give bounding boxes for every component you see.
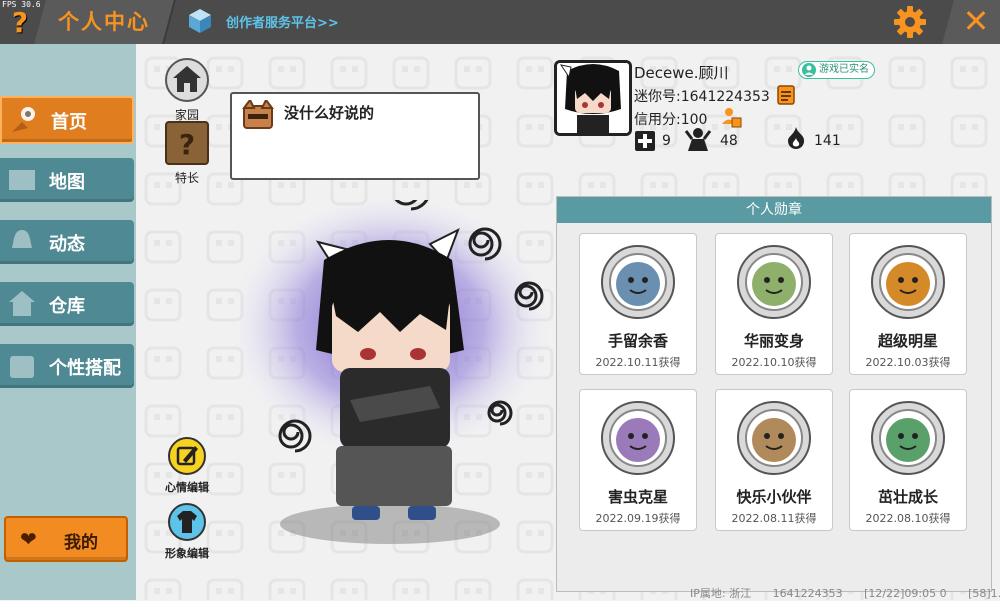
medal-name: 快乐小伙伴 xyxy=(736,488,812,506)
sidebar-item-label: 地图 xyxy=(49,172,85,193)
credit-score: 信用分:100 xyxy=(634,112,708,128)
medal-panel-title: 个人勋章 xyxy=(557,197,991,223)
username: Decewe.顾川 xyxy=(634,64,729,82)
medal-badge-icon xyxy=(601,245,675,319)
medal-badge-icon xyxy=(737,401,811,475)
heat-count: 141 xyxy=(814,133,841,149)
medal-date: 2022.08.10获得 xyxy=(865,512,951,525)
heart-icon: ❤ xyxy=(20,527,37,551)
look-edit-button[interactable]: 形象编辑 xyxy=(158,502,216,561)
fans-count: 48 xyxy=(720,133,738,149)
creator-platform-link[interactable]: 创作者服务平台>> xyxy=(226,12,339,31)
verified-text: 游戏已实名 xyxy=(819,64,869,75)
medal-card[interactable]: 华丽变身 2022.10.10获得 xyxy=(715,233,833,375)
medal-name: 超级明星 xyxy=(877,332,938,350)
verified-person-icon xyxy=(802,63,816,77)
mood-edit-button[interactable]: 心情编辑 xyxy=(158,436,216,495)
medal-card[interactable]: 害虫克星 2022.09.19获得 xyxy=(579,389,697,531)
medal-card[interactable]: 手留余香 2022.10.11获得 xyxy=(579,233,697,375)
mood-speech-bubble: 没什么好说的 xyxy=(230,92,480,180)
sidebar-item-home[interactable]: 首页 xyxy=(0,96,134,144)
medal-name: 茁壮成长 xyxy=(877,488,938,506)
page-title: 个人中心 xyxy=(58,10,150,34)
medal-badge-icon xyxy=(737,245,811,319)
settings-gear-icon[interactable] xyxy=(893,5,927,39)
home-icon xyxy=(165,58,209,102)
edit-pencil-icon xyxy=(168,437,206,475)
sidebar-item-label: 个性搭配 xyxy=(49,358,121,379)
mood-edit-label: 心情编辑 xyxy=(165,481,209,494)
outfit-shirt-icon xyxy=(168,503,206,541)
ip-location: IP属地: 浙江 xyxy=(690,587,752,600)
friends-icon xyxy=(635,131,655,151)
medal-date: 2022.10.10获得 xyxy=(731,356,817,369)
mini-id: 迷你号:1641224353 xyxy=(634,89,770,105)
talent-label: 特长 xyxy=(174,171,199,185)
home-button[interactable]: 家园 xyxy=(163,57,211,123)
medal-card[interactable]: 快乐小伙伴 2022.08.11获得 xyxy=(715,389,833,531)
footer-version: [58]1.21.0 xyxy=(968,587,1000,600)
avatar[interactable] xyxy=(554,60,632,136)
svg-text:?: ? xyxy=(179,128,195,161)
question-block-icon: ? xyxy=(165,121,209,165)
copy-id-icon[interactable] xyxy=(776,84,796,106)
fans-icon xyxy=(684,128,712,151)
sidebar-item-map[interactable]: 地图 xyxy=(0,158,134,202)
sidebar-item-label: 动态 xyxy=(49,234,85,255)
mine-button-label: 我的 xyxy=(64,533,98,553)
footer-uid: 1641224353 xyxy=(772,587,843,600)
sidebar-item-warehouse[interactable]: 仓库 xyxy=(0,282,134,326)
look-edit-label: 形象编辑 xyxy=(165,547,209,560)
cat-mood-icon xyxy=(242,100,274,129)
sidebar: 首页 地图 动态 仓库 个性搭配 ❤ 我的 xyxy=(0,44,136,600)
medal-name: 害虫克星 xyxy=(607,488,668,506)
top-bar: FPS 30.6 Ping 0 ? 个人中心 创作者服务平台>> ✕ xyxy=(0,0,1000,44)
medal-date: 2022.09.19获得 xyxy=(595,512,681,525)
sidebar-item-outfit[interactable]: 个性搭配 xyxy=(0,344,134,388)
medal-card[interactable]: 茁壮成长 2022.08.10获得 xyxy=(849,389,967,531)
player-character[interactable] xyxy=(240,200,560,560)
footer-info: IP属地: 浙江 1641224353 [12/22]09:05 0 [58]1… xyxy=(690,585,1000,601)
medal-date: 2022.10.11获得 xyxy=(595,356,681,369)
sidebar-item-label: 首页 xyxy=(51,112,87,133)
close-button[interactable]: ✕ xyxy=(958,2,994,40)
flame-icon xyxy=(788,127,805,149)
help-button[interactable]: ? xyxy=(6,6,34,39)
credit-person-icon[interactable] xyxy=(720,106,742,128)
medal-name: 手留余香 xyxy=(607,332,668,350)
medal-badge-icon xyxy=(871,245,945,319)
medal-badge-icon xyxy=(871,401,945,475)
mine-button[interactable]: ❤ 我的 xyxy=(4,516,128,562)
medal-panel: 个人勋章 手留余香 2022.10.11获得 华丽变身 2022.10.10获得 超级明… xyxy=(556,196,992,592)
medal-date: 2022.10.03获得 xyxy=(865,356,951,369)
medal-card[interactable]: 超级明星 2022.10.03获得 xyxy=(849,233,967,375)
medal-date: 2022.08.11获得 xyxy=(731,512,817,525)
talent-button[interactable]: ? 特长 xyxy=(163,120,211,186)
realname-verified-badge: 游戏已实名 xyxy=(798,61,875,79)
creator-cube-icon xyxy=(189,9,211,33)
sidebar-item-label: 仓库 xyxy=(49,296,85,317)
medal-badge-icon xyxy=(601,401,675,475)
sidebar-item-feed[interactable]: 动态 xyxy=(0,220,134,264)
friends-count: 9 xyxy=(662,133,671,149)
footer-time: [12/22]09:05 0 xyxy=(864,587,947,600)
medal-name: 华丽变身 xyxy=(743,332,804,350)
mood-text: 没什么好说的 xyxy=(284,104,375,122)
